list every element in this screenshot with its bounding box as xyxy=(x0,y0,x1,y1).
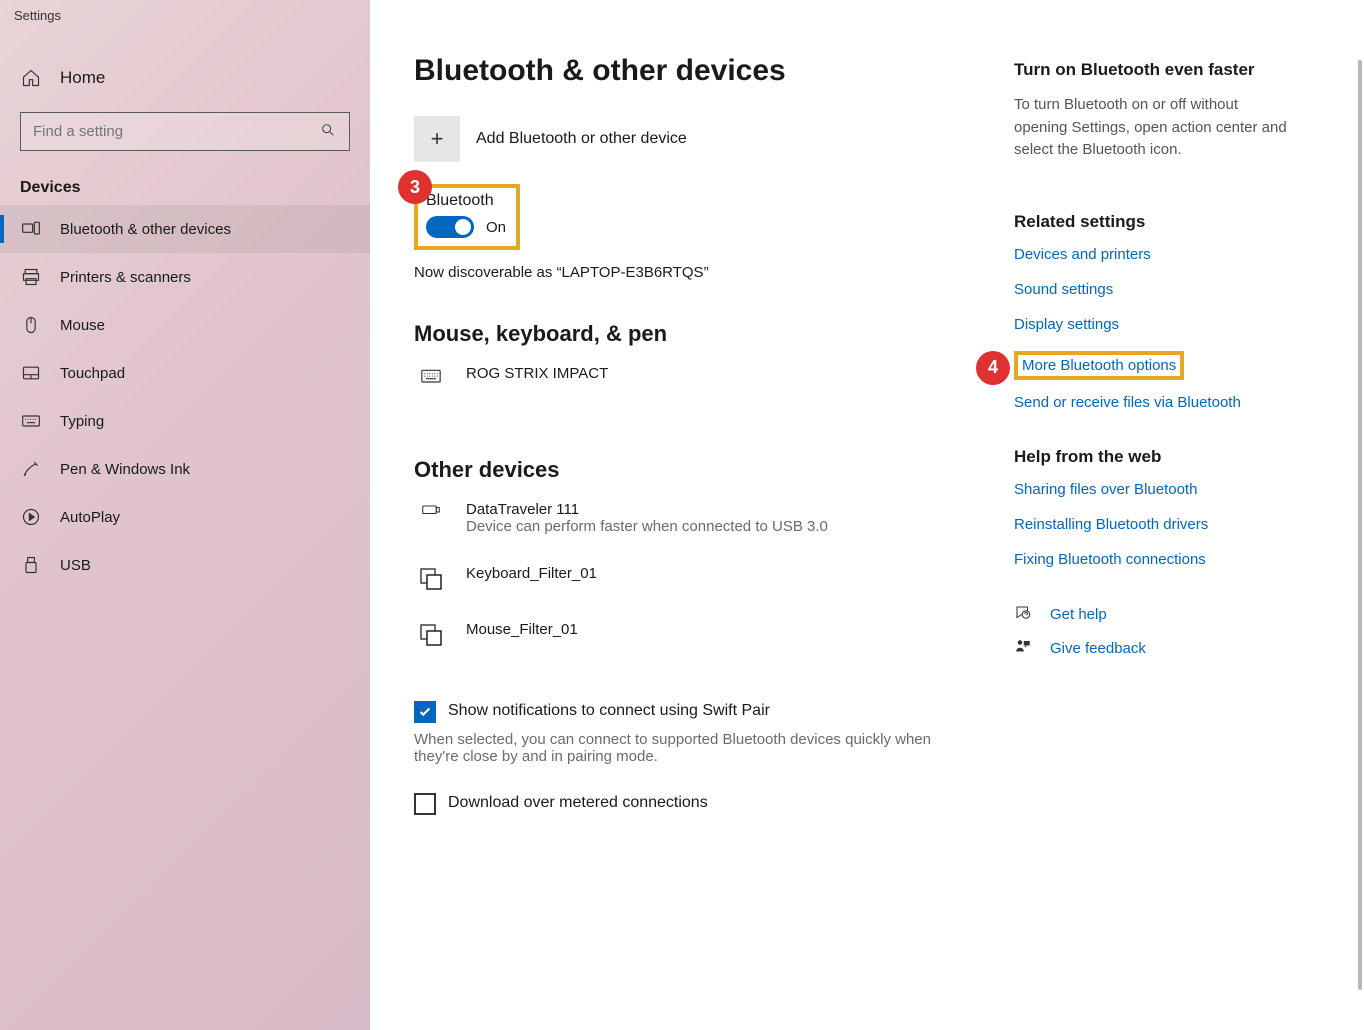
sidebar-item-label: Mouse xyxy=(60,317,105,334)
device-row[interactable]: ROG STRIX IMPACT xyxy=(414,365,974,387)
tip-heading: Turn on Bluetooth even faster xyxy=(1014,60,1294,80)
swift-pair-checkbox-row[interactable]: Show notifications to connect using Swif… xyxy=(414,701,974,723)
link-help-fixing[interactable]: Fixing Bluetooth connections xyxy=(1014,551,1294,568)
device-subtext: Device can perform faster when connected… xyxy=(466,518,828,535)
sidebar-item-label: USB xyxy=(60,557,91,574)
search-input[interactable] xyxy=(20,112,350,151)
sidebar-item-usb[interactable]: USB xyxy=(0,541,370,589)
sidebar-item-autoplay[interactable]: AutoPlay xyxy=(0,493,370,541)
main-panel: Bluetooth & other devices + Add Bluetoot… xyxy=(370,0,1364,1030)
devices-icon xyxy=(20,219,42,239)
usb-device-icon xyxy=(414,501,448,521)
home-icon xyxy=(20,68,42,88)
page-title: Bluetooth & other devices xyxy=(414,54,974,88)
sidebar-item-label: AutoPlay xyxy=(60,509,120,526)
highlighted-link-box: 4 More Bluetooth options xyxy=(1014,351,1184,380)
device-name: Mouse_Filter_01 xyxy=(466,621,578,638)
sidebar-item-label: Printers & scanners xyxy=(60,269,191,286)
bluetooth-label: Bluetooth xyxy=(426,192,506,210)
link-devices-printers[interactable]: Devices and printers xyxy=(1014,246,1294,263)
link-send-receive-files[interactable]: Send or receive files via Bluetooth xyxy=(1014,394,1294,411)
annotation-badge-4: 4 xyxy=(976,351,1010,385)
feedback-icon xyxy=(1014,638,1032,660)
keyboard-device-icon xyxy=(414,365,448,387)
home-nav[interactable]: Home xyxy=(0,54,370,102)
sidebar-item-pen[interactable]: Pen & Windows Ink xyxy=(0,445,370,493)
link-help-sharing[interactable]: Sharing files over Bluetooth xyxy=(1014,481,1294,498)
sidebar-item-label: Bluetooth & other devices xyxy=(60,221,231,238)
search-icon xyxy=(320,122,336,142)
link-more-bluetooth-options[interactable]: More Bluetooth options xyxy=(1022,357,1176,374)
sidebar-item-label: Typing xyxy=(60,413,104,430)
bluetooth-toggle[interactable] xyxy=(426,216,474,238)
usb-icon xyxy=(20,555,42,575)
sidebar: Home Devices Bluetooth & other devices P… xyxy=(0,0,370,1030)
device-name: DataTraveler 111 xyxy=(466,501,828,518)
section-other: Other devices xyxy=(414,457,974,483)
home-label: Home xyxy=(60,68,105,88)
mouse-icon xyxy=(20,315,42,335)
sidebar-item-bluetooth[interactable]: Bluetooth & other devices xyxy=(0,205,370,253)
metered-checkbox-row[interactable]: Download over metered connections xyxy=(414,793,974,815)
link-give-feedback[interactable]: Give feedback xyxy=(1050,640,1146,657)
device-name: ROG STRIX IMPACT xyxy=(466,365,608,382)
help-heading: Help from the web xyxy=(1014,447,1294,467)
sidebar-item-touchpad[interactable]: Touchpad xyxy=(0,349,370,397)
plus-icon: + xyxy=(414,116,460,162)
right-column: Turn on Bluetooth even faster To turn Bl… xyxy=(1014,54,1294,1030)
link-display-settings[interactable]: Display settings xyxy=(1014,316,1294,333)
tip-text: To turn Bluetooth on or off without open… xyxy=(1014,94,1294,162)
annotation-badge-3: 3 xyxy=(398,170,432,204)
sidebar-item-mouse[interactable]: Mouse xyxy=(0,301,370,349)
related-heading: Related settings xyxy=(1014,212,1294,232)
link-get-help[interactable]: Get help xyxy=(1050,606,1107,623)
device-row[interactable]: DataTraveler 111 Device can perform fast… xyxy=(414,501,974,535)
link-sound-settings[interactable]: Sound settings xyxy=(1014,281,1294,298)
touchpad-icon xyxy=(20,363,42,383)
checkbox-checked-icon xyxy=(414,701,436,723)
generic-device-icon xyxy=(414,621,448,647)
bluetooth-toggle-section: 3 Bluetooth On xyxy=(414,184,520,250)
discoverable-text: Now discoverable as “LAPTOP-E3B6RTQS” xyxy=(414,264,974,281)
checkbox-empty-icon xyxy=(414,793,436,815)
scrollbar[interactable] xyxy=(1358,60,1362,990)
keyboard-icon xyxy=(20,411,42,431)
section-mkp: Mouse, keyboard, & pen xyxy=(414,321,974,347)
device-row[interactable]: Keyboard_Filter_01 xyxy=(414,565,974,591)
autoplay-icon xyxy=(20,507,42,527)
device-name: Keyboard_Filter_01 xyxy=(466,565,597,582)
pen-icon xyxy=(20,459,42,479)
metered-label: Download over metered connections xyxy=(448,793,708,812)
sidebar-item-typing[interactable]: Typing xyxy=(0,397,370,445)
swift-pair-description: When selected, you can connect to suppor… xyxy=(414,731,934,765)
category-title: Devices xyxy=(0,165,370,205)
sidebar-item-label: Pen & Windows Ink xyxy=(60,461,190,478)
generic-device-icon xyxy=(414,565,448,591)
printer-icon xyxy=(20,267,42,287)
link-help-reinstall[interactable]: Reinstalling Bluetooth drivers xyxy=(1014,516,1294,533)
add-device-row[interactable]: + Add Bluetooth or other device xyxy=(414,116,974,162)
bluetooth-state: On xyxy=(486,219,506,236)
add-device-label: Add Bluetooth or other device xyxy=(476,130,687,148)
swift-pair-label: Show notifications to connect using Swif… xyxy=(448,701,770,720)
window-title: Settings xyxy=(0,0,75,36)
help-icon xyxy=(1014,604,1032,626)
device-row[interactable]: Mouse_Filter_01 xyxy=(414,621,974,647)
sidebar-item-label: Touchpad xyxy=(60,365,125,382)
sidebar-item-printers[interactable]: Printers & scanners xyxy=(0,253,370,301)
